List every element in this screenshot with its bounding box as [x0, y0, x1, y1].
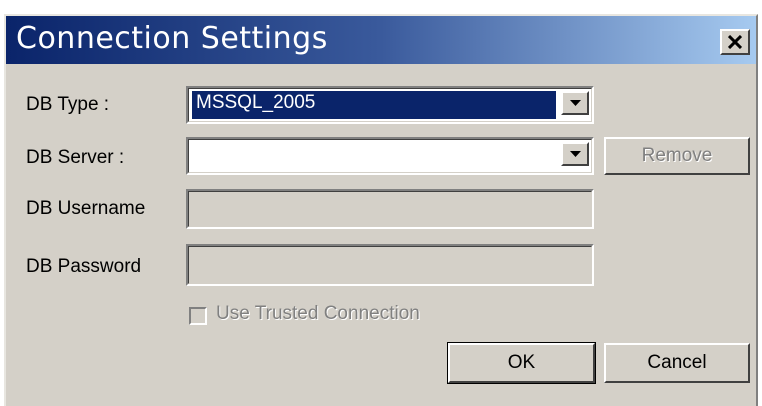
close-button[interactable] — [720, 29, 750, 55]
db-username-field[interactable] — [186, 189, 594, 229]
chevron-down-icon — [570, 100, 581, 106]
connection-settings-dialog: Connection Settings DB Type : MSSQL_2005… — [4, 14, 758, 406]
close-icon — [728, 35, 742, 49]
cancel-button[interactable]: Cancel — [604, 343, 750, 383]
remove-button[interactable]: Remove — [604, 137, 750, 175]
use-trusted-connection-checkbox[interactable] — [189, 307, 207, 325]
db-password-label: DB Password — [26, 256, 142, 277]
db-type-label: DB Type : — [26, 94, 110, 115]
db-password-field[interactable] — [186, 244, 594, 286]
db-username-label: DB Username — [26, 198, 146, 219]
use-trusted-connection-label: Use Trusted Connection — [216, 303, 420, 324]
db-type-combobox[interactable]: MSSQL_2005 — [186, 86, 594, 124]
title-bar[interactable]: Connection Settings — [6, 16, 756, 64]
chevron-down-icon — [570, 151, 581, 157]
ok-button[interactable]: OK — [447, 342, 596, 384]
db-type-dropdown-button[interactable] — [561, 91, 589, 115]
db-server-dropdown-button[interactable] — [561, 142, 589, 166]
db-server-label: DB Server : — [26, 147, 125, 168]
db-type-selected-value: MSSQL_2005 — [192, 91, 556, 119]
db-server-combobox[interactable] — [186, 137, 594, 175]
dialog-title: Connection Settings — [16, 21, 328, 56]
